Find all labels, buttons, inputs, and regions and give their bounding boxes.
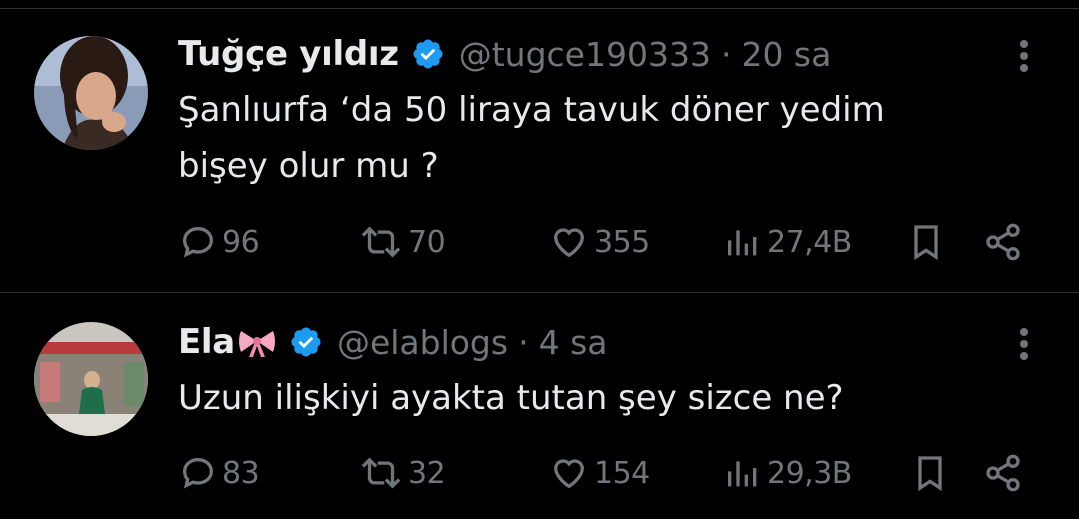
retweet-count: 70 <box>408 224 446 260</box>
share-button[interactable] <box>983 451 1023 495</box>
bookmark-icon <box>918 456 942 492</box>
reply-button[interactable]: 83 <box>178 451 260 495</box>
like-icon <box>553 228 585 258</box>
avatar[interactable] <box>34 36 148 150</box>
handle[interactable]: @tugce190333 <box>459 35 711 74</box>
share-button[interactable] <box>983 220 1023 264</box>
retweet-icon <box>361 226 401 258</box>
reply-icon <box>182 226 214 258</box>
tweet-header: Ela @elablogs · 4 sa <box>178 320 607 364</box>
tweet-text: Uzun ilişkiyi ayakta tutan şey sizce ne? <box>178 370 1038 426</box>
action-bar: 83 32 154 29,3B <box>178 451 1038 495</box>
ribbon-emoji-icon <box>238 331 275 357</box>
handle[interactable]: @elablogs <box>337 323 508 362</box>
avatar[interactable] <box>34 322 148 436</box>
display-name[interactable]: Tuğçe yıldız <box>178 34 399 74</box>
views-button[interactable]: 27,4B <box>723 220 852 264</box>
share-icon <box>986 454 1020 492</box>
retweet-icon <box>361 457 401 489</box>
bookmark-button[interactable] <box>906 220 946 264</box>
action-bar: 96 70 355 27,4B <box>178 220 1038 264</box>
share-icon <box>986 223 1020 261</box>
like-count: 154 <box>594 455 650 491</box>
verified-badge-icon <box>291 327 321 357</box>
separator-dot: · <box>720 34 732 74</box>
tweet-text-line: Şanlıurfa ‘da 50 liraya tavuk döner yedi… <box>178 90 885 130</box>
views-icon <box>728 461 757 487</box>
bookmark-icon <box>914 225 938 261</box>
like-icon <box>553 459 585 489</box>
retweet-button[interactable]: 70 <box>358 220 446 264</box>
like-button[interactable]: 355 <box>548 220 650 264</box>
separator-dot: · <box>518 322 529 362</box>
reply-icon <box>182 457 214 489</box>
timestamp[interactable]: 20 sa <box>741 35 831 74</box>
verified-badge-icon <box>413 39 443 69</box>
timestamp[interactable]: 4 sa <box>539 323 608 362</box>
like-count: 355 <box>594 224 650 260</box>
more-icon[interactable] <box>1014 326 1034 362</box>
top-border <box>0 0 1079 9</box>
bookmark-button[interactable] <box>910 451 950 495</box>
retweet-button[interactable]: 32 <box>358 451 446 495</box>
reply-button[interactable]: 96 <box>178 220 260 264</box>
tweet-divider <box>0 292 1079 293</box>
tweet-text-line: Uzun ilişkiyi ayakta tutan şey sizce ne? <box>178 378 844 418</box>
views-icon <box>728 230 757 256</box>
reply-count: 83 <box>222 455 260 491</box>
more-icon[interactable] <box>1014 38 1034 74</box>
view-count: 29,3B <box>767 455 852 491</box>
reply-count: 96 <box>222 224 260 260</box>
tweet-header: Tuğçe yıldız @tugce190333 · 20 sa <box>178 32 831 76</box>
retweet-count: 32 <box>408 455 446 491</box>
display-name[interactable]: Ela <box>178 322 235 362</box>
view-count: 27,4B <box>767 224 852 260</box>
tweet-text: Şanlıurfa ‘da 50 liraya tavuk döner yedi… <box>178 82 1038 194</box>
tweet-text-line: bişey olur mu ? <box>178 146 439 186</box>
views-button[interactable]: 29,3B <box>723 451 852 495</box>
like-button[interactable]: 154 <box>548 451 650 495</box>
